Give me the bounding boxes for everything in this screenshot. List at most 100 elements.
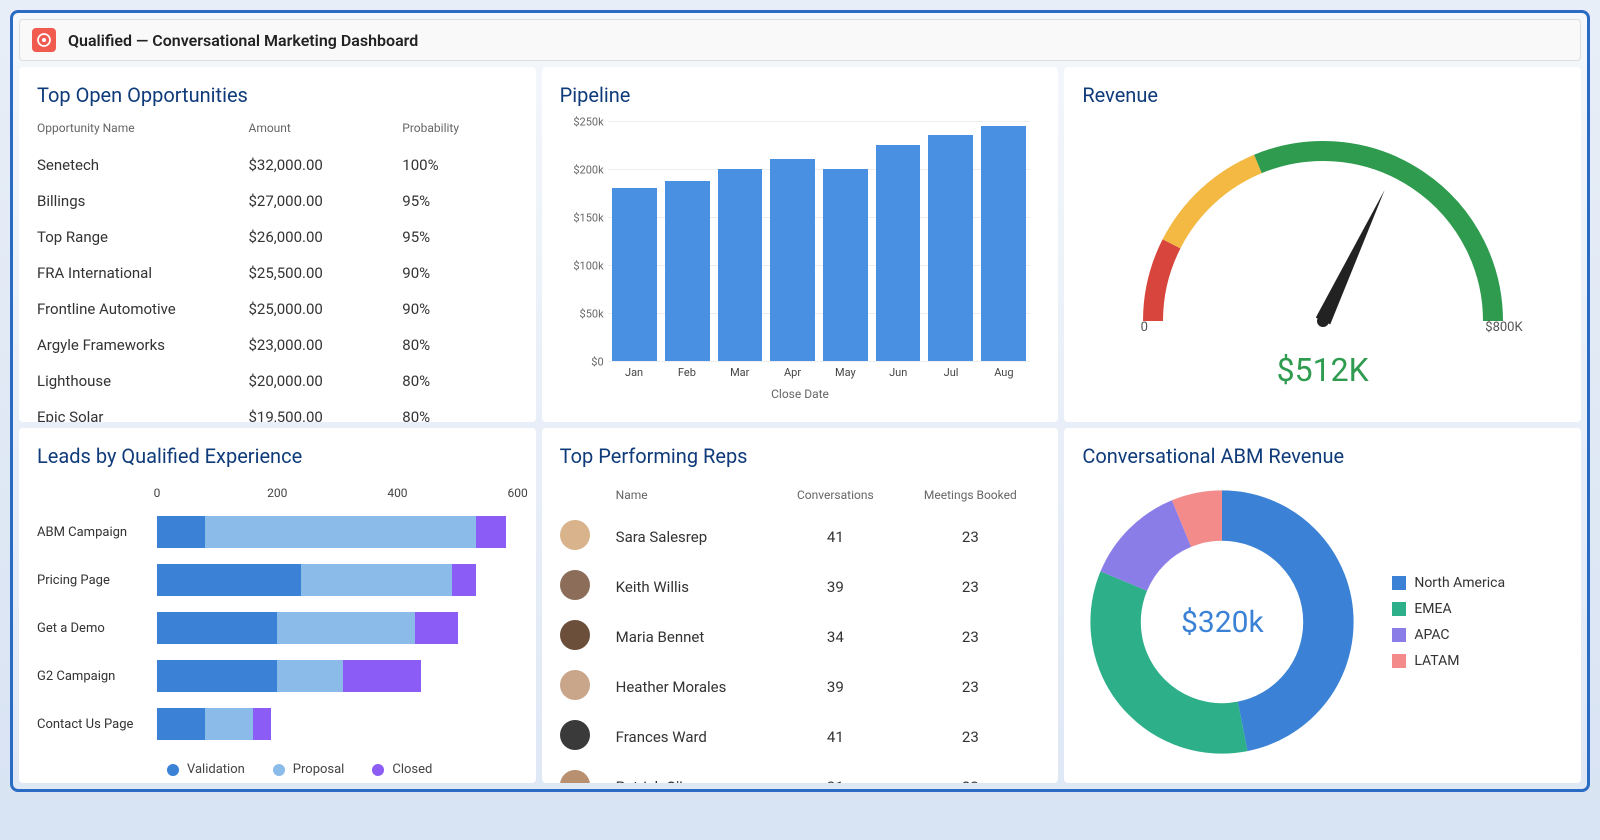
table-row[interactable]: Sara Salesrep4123: [560, 512, 1041, 562]
bar: [665, 181, 709, 361]
col-conversations: Conversations: [770, 488, 900, 502]
bar-row: [157, 508, 518, 556]
table-row[interactable]: Keith Willis3923: [560, 562, 1041, 612]
table-header: Opportunity Name Amount Probability: [37, 121, 518, 135]
stacked-bar: [157, 660, 421, 692]
bar-segment: [157, 660, 277, 692]
table-row[interactable]: Frances Ward4123: [560, 712, 1041, 762]
cell-amount: $20,000.00: [248, 372, 402, 390]
leads-legend: Validation Proposal Closed: [167, 762, 518, 777]
qualified-logo-icon: [32, 28, 56, 52]
x-tick: Mar: [713, 366, 766, 379]
cell-probability: 100%: [402, 156, 517, 174]
cell-amount: $27,000.00: [248, 192, 402, 210]
legend-swatch-icon: [1392, 654, 1406, 668]
cell-name: Billings: [37, 192, 248, 210]
table-row[interactable]: Heather Morales3923: [560, 662, 1041, 712]
cell-name: Sara Salesrep: [616, 528, 771, 546]
table-row[interactable]: Frontline Automotive$25,000.0090%: [37, 291, 518, 327]
bar-segment: [277, 660, 343, 692]
abm-donut-chart: $320k: [1082, 482, 1362, 762]
bar: [981, 126, 1025, 361]
cell-name: Frontline Automotive: [37, 300, 248, 318]
bar-segment: [157, 612, 277, 644]
legend-swatch-icon: [1392, 628, 1406, 642]
card-leads: Leads by Qualified Experience ABM Campai…: [19, 428, 536, 783]
y-tick: $100k: [560, 260, 604, 273]
stacked-bar: [157, 564, 476, 596]
stacked-bar: [157, 516, 506, 548]
x-tick: Jan: [608, 366, 661, 379]
table-row[interactable]: Top Range$26,000.0095%: [37, 219, 518, 255]
card-abm-revenue: Conversational ABM Revenue $320k North A…: [1064, 428, 1581, 783]
cell-name: Keith Willis: [616, 578, 771, 596]
table-row[interactable]: Patrick O'Leary3123: [560, 762, 1041, 783]
table-row[interactable]: Senetech$32,000.00100%: [37, 147, 518, 183]
card-pipeline: Pipeline $0$50k$100k$150k$200k$250k JanF…: [542, 67, 1059, 422]
x-tick: Apr: [766, 366, 819, 379]
bar: [770, 159, 814, 361]
bar-row: [157, 604, 518, 652]
legend-closed: Closed: [372, 762, 432, 777]
cell-name: Heather Morales: [616, 678, 771, 696]
bar: [612, 188, 656, 361]
bar-row: [157, 556, 518, 604]
category-label: Get a Demo: [37, 604, 157, 652]
category-label: G2 Campaign: [37, 652, 157, 700]
cell-name: Patrick O'Leary: [616, 778, 771, 783]
card-title: Top Performing Reps: [560, 444, 1041, 468]
cell-probability: 90%: [402, 264, 517, 282]
cell-meetings: 23: [900, 678, 1040, 696]
card-title: Leads by Qualified Experience: [37, 444, 518, 468]
bar-segment: [157, 564, 301, 596]
cell-amount: $23,000.00: [248, 336, 402, 354]
avatar: [560, 670, 590, 700]
bar: [928, 135, 972, 361]
legend-label: APAC: [1414, 627, 1449, 643]
opportunities-table: Opportunity Name Amount Probability Sene…: [37, 121, 518, 422]
bar-segment: [343, 660, 421, 692]
category-label: Contact Us Page: [37, 700, 157, 748]
legend-item: LATAM: [1392, 653, 1505, 669]
cell-conversations: 39: [770, 578, 900, 596]
table-row[interactable]: Maria Bennet3423: [560, 612, 1041, 662]
table-row[interactable]: Argyle Frameworks$23,000.0080%: [37, 327, 518, 363]
reps-table: Name Conversations Meetings Booked Sara …: [560, 482, 1041, 783]
avatar: [560, 620, 590, 650]
cell-amount: $25,500.00: [248, 264, 402, 282]
card-title: Top Open Opportunities: [37, 83, 518, 107]
category-label: ABM Campaign: [37, 508, 157, 556]
cell-name: Maria Bennet: [616, 628, 771, 646]
bar-segment: [476, 516, 506, 548]
x-tick: Aug: [977, 366, 1030, 379]
table-row[interactable]: FRA International$25,500.0090%: [37, 255, 518, 291]
table-row[interactable]: Billings$27,000.0095%: [37, 183, 518, 219]
cell-meetings: 23: [900, 528, 1040, 546]
legend-proposal: Proposal: [273, 762, 345, 777]
table-row[interactable]: Lighthouse$20,000.0080%: [37, 363, 518, 399]
y-tick: $200k: [560, 164, 604, 177]
stacked-bar: [157, 612, 458, 644]
legend-label: LATAM: [1414, 653, 1459, 669]
pipeline-chart: $0$50k$100k$150k$200k$250k JanFebMarAprM…: [560, 121, 1041, 401]
table-row[interactable]: Epic Solar$19,500.0080%: [37, 399, 518, 422]
avatar: [560, 720, 590, 750]
card-reps: Top Performing Reps Name Conversations M…: [542, 428, 1059, 783]
card-opportunities: Top Open Opportunities Opportunity Name …: [19, 67, 536, 422]
y-tick: $250k: [560, 116, 604, 129]
donut-legend: North AmericaEMEAAPACLATAM: [1392, 565, 1505, 679]
bar-segment: [205, 708, 253, 740]
legend-label: North America: [1414, 575, 1505, 591]
bar-segment: [253, 708, 271, 740]
cell-conversations: 34: [770, 628, 900, 646]
x-tick: Jul: [925, 366, 978, 379]
gauge-max-label: $800K: [1485, 320, 1522, 335]
bar-segment: [301, 564, 451, 596]
col-name: Opportunity Name: [37, 121, 248, 135]
cell-name: Epic Solar: [37, 408, 248, 422]
cell-name: Argyle Frameworks: [37, 336, 248, 354]
cell-conversations: 31: [770, 778, 900, 783]
cell-probability: 80%: [402, 336, 517, 354]
x-axis-title: Close Date: [560, 387, 1041, 401]
dashboard: Qualified — Conversational Marketing Das…: [10, 10, 1590, 792]
